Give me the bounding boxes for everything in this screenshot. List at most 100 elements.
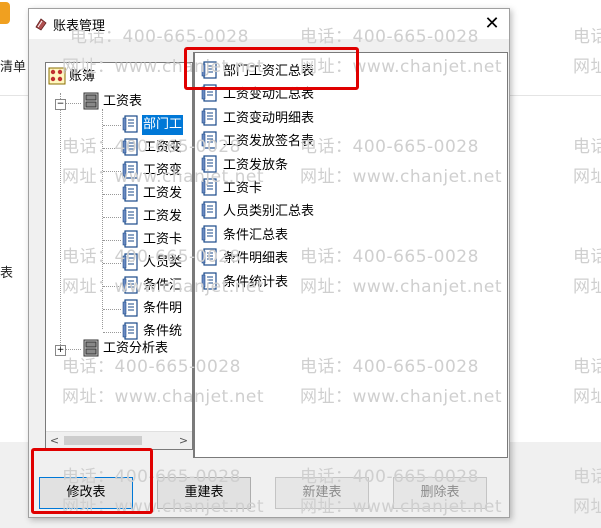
scroll-right-icon[interactable]: > (175, 432, 192, 449)
report-list-label: 工资变动明细表 (223, 110, 315, 126)
report-document-icon (201, 108, 217, 126)
new-table-button[interactable]: 新建表 (275, 477, 369, 509)
tree-report-label: 工资发 (143, 186, 183, 201)
tree-report-label: 工资变 (143, 163, 183, 178)
tree-report-item[interactable]: 工资发 (122, 184, 183, 204)
tree-connector (103, 309, 121, 310)
tree-connector (102, 109, 103, 329)
title-bar[interactable]: 账表管理 ✕ (29, 9, 509, 39)
report-document-icon (201, 84, 217, 102)
report-document-icon (122, 299, 138, 317)
app-icon (0, 2, 10, 24)
tree-connector (103, 125, 121, 126)
minus-icon: − (56, 99, 65, 109)
report-tree[interactable]: 账簿 − 工资表 部门工 工资变 工资变 工资发 工资发 工资卡 人员类 条件汇 条件明 条件统 … (45, 62, 193, 450)
report-list-item[interactable]: 工资变动汇总表 (201, 84, 316, 106)
cabinet-icon (83, 339, 99, 357)
expand-toggle[interactable]: + (55, 345, 66, 356)
tree-report-label: 工资变 (143, 140, 183, 155)
report-document-icon (122, 115, 138, 133)
close-icon: ✕ (484, 13, 500, 34)
tree-report-item[interactable]: 工资变 (122, 138, 183, 158)
report-list-label: 工资发放条 (223, 157, 289, 173)
watermark-site: 网址 (573, 57, 601, 77)
tree-group-salary-analysis[interactable]: 工资分析表 (82, 339, 169, 359)
report-list-item[interactable]: 工资变动明细表 (201, 108, 316, 130)
scroll-left-icon[interactable]: < (46, 432, 63, 449)
tree-report-item[interactable]: 工资卡 (122, 230, 183, 250)
tree-connector (103, 217, 121, 218)
tree-report-label: 人员类 (143, 255, 183, 270)
report-document-icon (201, 154, 217, 173)
background-label-list: 清单 (0, 60, 27, 75)
watermark-phone: 电话 (573, 137, 601, 157)
tree-report-item[interactable]: 工资变 (122, 161, 183, 181)
report-document-icon (201, 248, 217, 266)
report-list-item[interactable]: 工资发放签名表 (201, 131, 316, 153)
ledger-icon (48, 67, 66, 85)
tree-group-salary[interactable]: 工资表 (82, 92, 143, 112)
tree-report-item[interactable]: 条件明 (122, 299, 183, 319)
tree-connector (103, 194, 121, 195)
report-list-item[interactable]: 人员类别汇总表 (201, 201, 316, 223)
report-document-icon (122, 138, 138, 156)
tree-root-label: 账簿 (69, 69, 96, 84)
report-list-item[interactable]: 条件明细表 (201, 248, 290, 270)
tree-report-label: 条件汇 (143, 278, 183, 293)
close-button[interactable]: ✕ (479, 12, 505, 36)
report-document-icon (201, 178, 217, 196)
report-document-icon (201, 271, 217, 290)
tree-group-label: 工资表 (103, 94, 143, 109)
tree-group-label: 工资分析表 (103, 341, 169, 356)
cabinet-icon (83, 92, 99, 110)
scrollbar-thumb[interactable] (64, 436, 142, 445)
tree-report-item[interactable]: 条件汇 (122, 276, 183, 296)
report-list-label: 部门工资汇总表 (223, 64, 315, 79)
tree-report-label: 工资发 (143, 209, 183, 224)
report-document-icon (201, 61, 217, 79)
report-list-item[interactable]: 条件汇总表 (201, 225, 290, 247)
watermark-phone: 电话 (573, 27, 601, 47)
tree-connector (103, 171, 121, 172)
tree-root-ledger[interactable]: 账簿 (48, 67, 96, 87)
delete-table-button[interactable]: 删除表 (393, 477, 487, 509)
watermark-phone: 电话 (573, 247, 601, 267)
tree-connector (103, 332, 121, 333)
tree-report-label: 部门工 (142, 115, 184, 135)
rebuild-table-button[interactable]: 重建表 (157, 477, 251, 509)
report-list-item[interactable]: 条件统计表 (201, 271, 290, 294)
watermark-phone: 电话 (573, 357, 601, 377)
report-document-icon (201, 201, 217, 219)
report-document-icon (122, 322, 138, 340)
horizontal-scrollbar[interactable]: < > (46, 431, 192, 449)
report-list-item[interactable]: 工资卡 (201, 178, 264, 200)
report-list-label: 工资卡 (223, 181, 263, 196)
report-list-label: 条件统计表 (223, 274, 289, 290)
collapse-toggle[interactable]: − (55, 99, 66, 110)
report-document-icon (201, 131, 217, 149)
tree-connector (65, 103, 81, 104)
tree-report-item[interactable]: 工资发 (122, 207, 183, 227)
report-document-icon (122, 230, 138, 248)
report-document-icon (122, 161, 138, 179)
tree-connector (103, 286, 121, 287)
tree-report-item[interactable]: 人员类 (122, 253, 183, 273)
tree-connector (65, 349, 81, 350)
report-list-item[interactable]: 工资发放条 (201, 154, 290, 177)
report-list-item[interactable]: 部门工资汇总表 (201, 61, 316, 83)
report-list-label: 条件明细表 (223, 251, 289, 267)
modify-table-button[interactable]: 修改表 (39, 477, 133, 509)
ledger-app-icon (35, 18, 47, 31)
report-list-label: 条件汇总表 (223, 227, 289, 243)
tree-connector (60, 93, 61, 353)
tree-report-label: 工资卡 (143, 232, 183, 247)
watermark-site: 网址 (573, 167, 601, 187)
tree-report-label: 条件明 (143, 301, 183, 316)
report-document-icon (122, 253, 138, 271)
report-document-icon (122, 207, 138, 225)
tree-report-item[interactable]: 部门工 (122, 115, 184, 135)
report-list[interactable]: 部门工资汇总表工资变动汇总表工资变动明细表工资发放签名表工资发放条工资卡人员类别… (193, 52, 508, 458)
report-document-icon (122, 276, 138, 294)
report-document-icon (201, 225, 217, 243)
watermark-site: 网址 (573, 387, 601, 407)
